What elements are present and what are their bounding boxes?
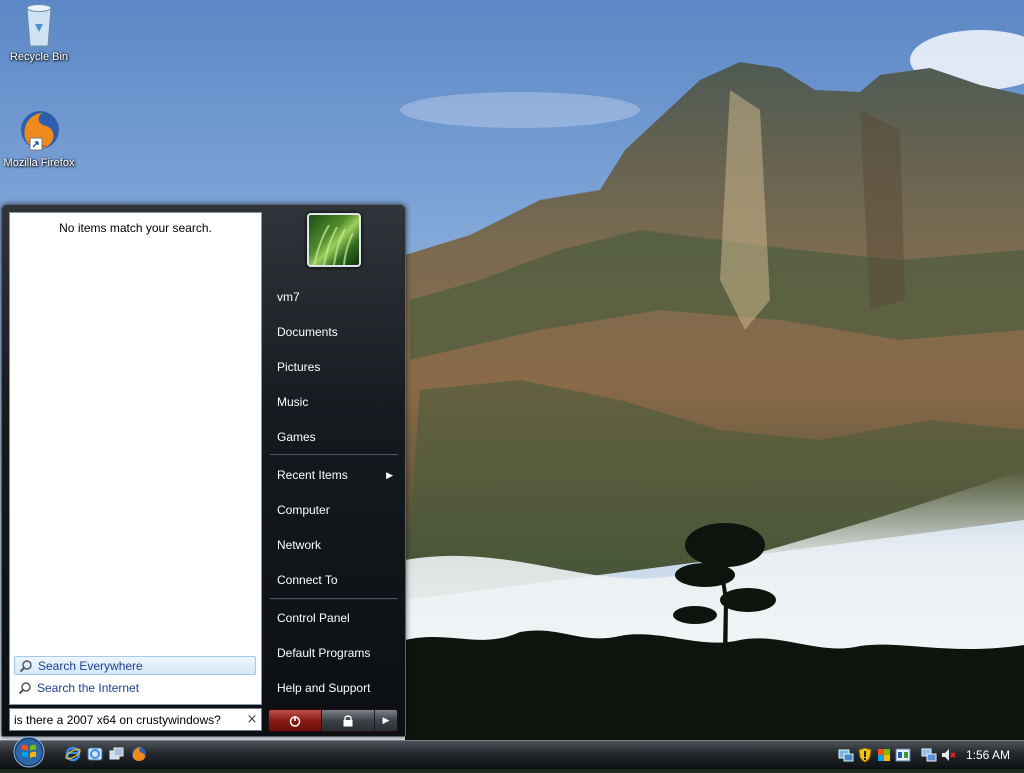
right-item-user-folder[interactable]: vm7 <box>268 284 399 310</box>
start-search-box[interactable]: × <box>9 708 262 731</box>
right-item-label: Pictures <box>277 360 321 374</box>
right-item-default-programs[interactable]: Default Programs <box>268 640 399 666</box>
start-search-input[interactable] <box>10 710 243 729</box>
quick-launch-switch-windows[interactable] <box>108 745 126 763</box>
right-item-recent-items[interactable]: Recent Items ▶ <box>268 462 399 488</box>
language-icon <box>895 748 911 762</box>
right-item-label: vm7 <box>277 290 300 304</box>
desktop-icon-firefox[interactable]: Mozilla Firefox <box>1 108 77 170</box>
start-button[interactable] <box>8 735 50 769</box>
right-item-label: Default Programs <box>277 646 371 660</box>
desktop-icon-label: Recycle Bin <box>9 51 69 63</box>
right-item-label: Recent Items <box>277 468 348 482</box>
windows-update-icon <box>877 749 890 761</box>
quick-launch-firefox[interactable] <box>130 745 148 763</box>
user-account-picture[interactable] <box>307 213 361 267</box>
clear-search-icon[interactable]: × <box>243 712 261 727</box>
power-button[interactable] <box>269 710 322 731</box>
tray-network-status[interactable] <box>838 747 854 763</box>
security-shield-icon <box>858 747 872 763</box>
lock-icon <box>343 715 353 727</box>
power-controls: ▶ <box>268 709 398 732</box>
search-results-pane: No items match your search. Search Every… <box>9 212 262 705</box>
right-item-label: Computer <box>277 503 330 517</box>
right-item-label: Help and Support <box>277 681 371 695</box>
right-item-connect-to[interactable]: Connect To <box>268 567 399 593</box>
network-status-icon <box>838 749 854 762</box>
right-item-computer[interactable]: Computer <box>268 497 399 523</box>
right-item-label: Control Panel <box>277 611 350 625</box>
right-item-music[interactable]: Music <box>268 389 399 415</box>
quick-launch-internet-explorer-alt[interactable] <box>86 745 104 763</box>
right-item-label: Games <box>277 430 316 444</box>
user-picture-image <box>313 224 354 265</box>
system-clock[interactable]: 1:56 AM <box>966 748 1010 762</box>
quick-launch-internet-explorer[interactable] <box>64 745 82 763</box>
firefox-icon <box>21 111 59 151</box>
right-item-pictures[interactable]: Pictures <box>268 354 399 380</box>
tray-network[interactable] <box>921 747 937 763</box>
firefox-icon <box>132 747 146 761</box>
search-link-label: Search the Internet <box>37 680 140 695</box>
network-icon <box>921 748 937 762</box>
notification-area: 1:56 AM <box>835 741 1024 769</box>
search-icon <box>19 659 32 672</box>
internet-explorer-icon <box>65 746 81 762</box>
right-item-games[interactable]: Games <box>268 424 399 450</box>
quick-launch-toolbar <box>64 745 148 763</box>
search-icon <box>18 681 31 694</box>
internet-explorer-alt-icon <box>87 747 103 761</box>
tray-windows-update[interactable] <box>876 747 892 763</box>
recycle-bin-icon <box>26 4 52 47</box>
power-icon <box>289 715 301 727</box>
right-item-control-panel[interactable]: Control Panel <box>268 605 399 631</box>
menu-separator <box>270 454 398 456</box>
arrow-right-icon: ▶ <box>382 715 390 726</box>
tray-security[interactable] <box>857 747 873 763</box>
tray-volume[interactable] <box>940 747 956 763</box>
no-results-message: No items match your search. <box>59 221 212 235</box>
start-menu: No items match your search. Search Every… <box>1 204 406 737</box>
submenu-arrow-icon: ▶ <box>386 469 393 480</box>
search-internet-link[interactable]: Search the Internet <box>14 678 256 697</box>
windows-orb-icon <box>13 736 45 768</box>
lock-button[interactable] <box>322 710 375 731</box>
taskbar: 1:56 AM <box>0 736 1024 769</box>
right-item-label: Documents <box>277 325 338 339</box>
search-link-label: Search Everywhere <box>38 658 143 673</box>
tray-language[interactable] <box>895 747 911 763</box>
right-item-label: Connect To <box>277 573 338 587</box>
volume-muted-icon <box>941 749 956 761</box>
right-item-help-and-support[interactable]: Help and Support <box>268 675 399 701</box>
switch-windows-icon <box>109 747 124 760</box>
right-item-network[interactable]: Network <box>268 532 399 558</box>
desktop-icon-recycle-bin[interactable]: Recycle Bin <box>1 2 77 64</box>
search-everywhere-link[interactable]: Search Everywhere <box>14 656 256 675</box>
right-item-label: Music <box>277 395 309 409</box>
right-item-documents[interactable]: Documents <box>268 319 399 345</box>
power-options-button[interactable]: ▶ <box>375 710 397 731</box>
right-item-label: Network <box>277 538 322 552</box>
desktop-icon-label: Mozilla Firefox <box>3 157 75 169</box>
menu-separator <box>270 598 398 600</box>
